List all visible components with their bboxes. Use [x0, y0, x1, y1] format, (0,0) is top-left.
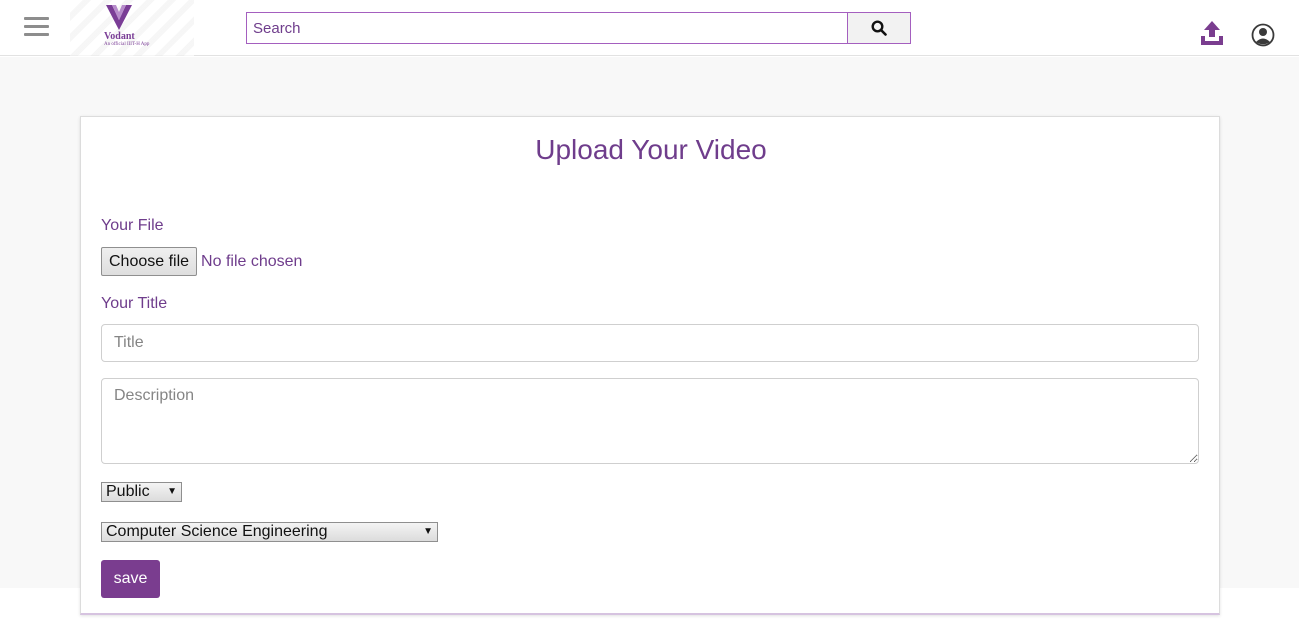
title-input[interactable]	[101, 324, 1199, 362]
vodant-logo-mark-icon	[106, 5, 132, 30]
upload-icon[interactable]	[1200, 20, 1224, 46]
hamburger-menu-icon[interactable]	[24, 17, 49, 37]
description-input[interactable]	[101, 378, 1199, 464]
title-label: Your Title	[101, 295, 168, 312]
brand-tagline: An official IIIT-H App	[104, 42, 150, 47]
dropdown-arrow-icon: ▼	[423, 526, 433, 537]
privacy-select[interactable]: Public ▼	[101, 482, 182, 502]
page-title: Upload Your Video	[535, 134, 767, 165]
search-input[interactable]	[246, 12, 847, 44]
category-select[interactable]: Computer Science Engineering ▼	[101, 522, 438, 542]
privacy-select-value: Public	[106, 483, 150, 500]
search-button[interactable]	[847, 12, 911, 44]
save-button[interactable]: save	[101, 560, 160, 598]
choose-file-button[interactable]: Choose file	[101, 247, 198, 276]
upload-form-card: Upload Your Video Your File Choose file …	[80, 116, 1220, 615]
app-logo[interactable]: Vodant An official IIIT-H App	[70, 0, 194, 56]
user-profile-icon[interactable]	[1251, 23, 1275, 47]
category-select-value: Computer Science Engineering	[106, 523, 328, 540]
file-label: Your File	[101, 217, 164, 234]
file-picker: Choose file No file chosen	[101, 247, 302, 276]
brand-name: Vodant	[104, 31, 135, 42]
top-navbar: Vodant An official IIIT-H App	[0, 0, 1299, 56]
search-bar	[246, 12, 911, 44]
search-icon	[871, 20, 887, 36]
file-status-text: No file chosen	[201, 252, 303, 270]
dropdown-arrow-icon: ▼	[167, 486, 177, 497]
